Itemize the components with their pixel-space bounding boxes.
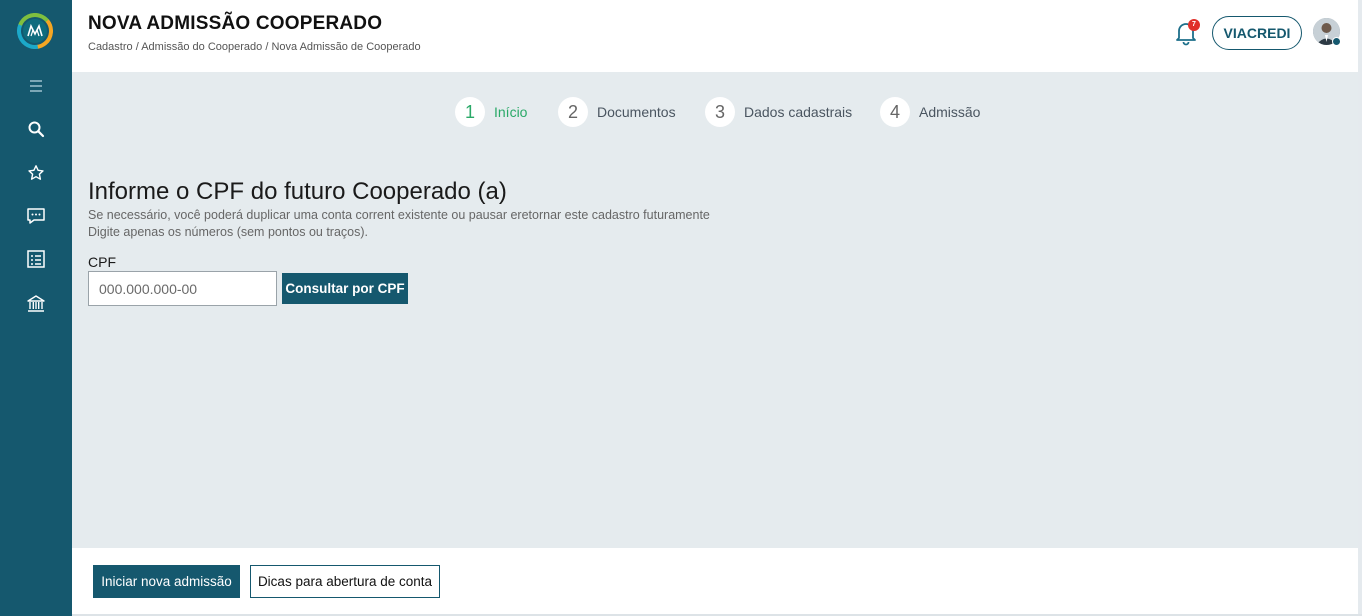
- step-admissao[interactable]: 4 Admissão: [880, 96, 980, 128]
- menu-icon[interactable]: [24, 74, 48, 98]
- consult-cpf-button[interactable]: Consultar por CPF: [282, 273, 408, 304]
- step-number: 4: [880, 97, 910, 127]
- page-title: NOVA ADMISSÃO COOPERADO: [88, 13, 383, 34]
- main-content: 1 Início 2 Documentos 3 Dados cadastrais…: [72, 72, 1358, 548]
- bank-icon[interactable]: [24, 292, 48, 316]
- step-documentos[interactable]: 2 Documentos: [558, 96, 676, 128]
- chat-icon[interactable]: [24, 204, 48, 228]
- account-tips-button[interactable]: Dicas para abertura de conta: [250, 565, 440, 598]
- form-description: Se necessário, você poderá duplicar uma …: [88, 208, 710, 222]
- breadcrumb: Cadastro / Admissão do Cooperado / Nova …: [88, 41, 421, 53]
- form-title: Informe o CPF do futuro Cooperado (a): [88, 178, 507, 205]
- search-icon[interactable]: [24, 117, 48, 141]
- form-instruction: Digite apenas os números (sem pontos ou …: [88, 225, 368, 239]
- star-icon[interactable]: [24, 161, 48, 185]
- avatar-status-icon: [1332, 37, 1341, 46]
- step-label: Dados cadastrais: [744, 104, 853, 120]
- step-inicio[interactable]: 1 Início: [455, 96, 527, 128]
- step-label: Documentos: [597, 104, 676, 120]
- cpf-input[interactable]: [88, 271, 277, 306]
- notification-bell-icon[interactable]: 7: [1174, 19, 1200, 46]
- step-dados-cadastrais[interactable]: 3 Dados cadastrais: [705, 96, 852, 128]
- step-number: 1: [455, 97, 485, 127]
- step-number: 2: [558, 97, 588, 127]
- checklist-icon[interactable]: [24, 247, 48, 271]
- start-admission-button[interactable]: Iniciar nova admissão: [93, 565, 240, 598]
- cpf-label: CPF: [88, 254, 116, 270]
- step-label: Admissão: [919, 104, 981, 120]
- organization-button[interactable]: VIACREDI: [1212, 16, 1302, 50]
- cooperative-logo-icon[interactable]: [17, 12, 53, 49]
- footer: Iniciar nova admissão Dicas para abertur…: [72, 548, 1358, 614]
- step-label: Início: [494, 104, 528, 120]
- scrollbar-track: [1358, 0, 1362, 616]
- header: NOVA ADMISSÃO COOPERADO Cadastro / Admis…: [72, 0, 1358, 72]
- step-number: 3: [705, 97, 735, 127]
- notification-badge: 7: [1188, 19, 1200, 31]
- sidebar: [0, 0, 72, 616]
